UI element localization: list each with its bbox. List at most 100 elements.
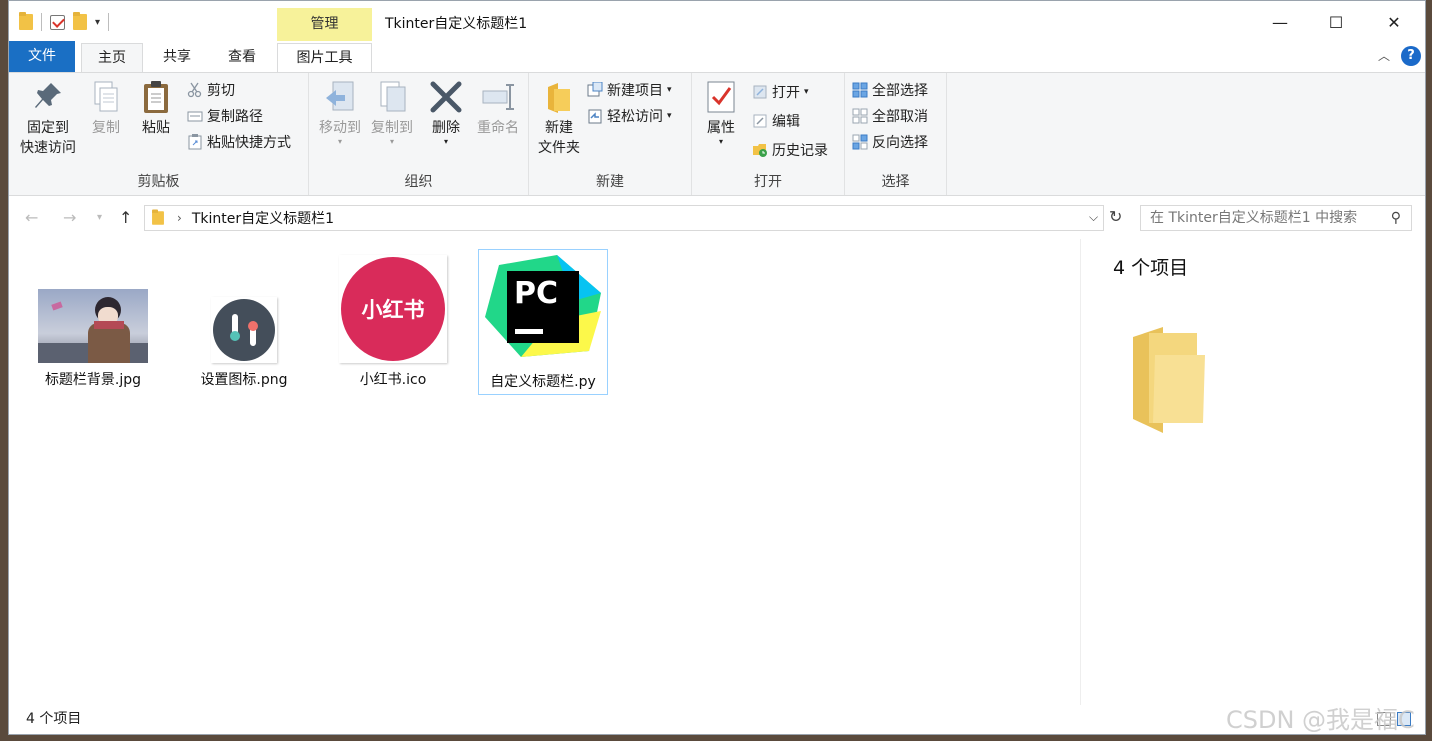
copy-to-label: 复制到	[371, 120, 413, 136]
pin-label-line2: 快速访问	[20, 140, 76, 156]
rename-button[interactable]: 重命名	[471, 79, 525, 138]
properties-icon[interactable]	[50, 14, 65, 30]
select-all-button[interactable]: 全部选择	[852, 79, 928, 101]
group-open: 属性 ▾ 打开 ▾ 编辑 历史记录 打开	[692, 73, 845, 195]
select-none-label: 全部取消	[872, 109, 928, 125]
up-icon[interactable]: ↑	[119, 208, 132, 227]
new-item-button[interactable]: 新建项目 ▾	[587, 79, 672, 101]
move-to-dropdown-icon: ▾	[337, 137, 342, 146]
copy-to-icon	[375, 79, 409, 115]
copy-icon	[89, 79, 123, 115]
open-button[interactable]: 打开 ▾	[752, 81, 809, 103]
close-button[interactable]: ✕	[1379, 9, 1409, 35]
minimize-button[interactable]: —	[1265, 9, 1295, 35]
select-all-icon	[852, 82, 868, 98]
easy-access-button[interactable]: 轻松访问 ▾	[587, 105, 672, 127]
copy-button[interactable]: 复制	[85, 79, 127, 138]
group-label-new: 新建	[596, 174, 624, 190]
properties-icon	[704, 79, 738, 115]
status-item-count: 4 个项目	[26, 711, 82, 727]
file-item-selected[interactable]: PC 自定义标题栏.py	[478, 249, 608, 395]
group-label-select: 选择	[881, 174, 910, 190]
group-label-clipboard: 剪贴板	[137, 174, 180, 190]
select-all-label: 全部选择	[872, 83, 928, 99]
breadcrumb-current[interactable]: Tkinter自定义标题栏1	[192, 208, 334, 228]
easy-access-icon	[587, 108, 603, 124]
easy-access-label: 轻松访问	[607, 109, 663, 125]
new-folder-icon[interactable]	[73, 12, 87, 30]
group-clipboard: 固定到 快速访问 复制 粘贴 剪切 复制路径 粘贴快捷方式 剪贴板	[9, 73, 309, 195]
address-dropdown-icon[interactable]: ⌵	[1089, 210, 1098, 225]
scissors-icon	[187, 82, 203, 98]
csdn-watermark: CSDN @我是福C	[1226, 706, 1415, 734]
cut-button[interactable]: 剪切	[187, 79, 235, 101]
collapse-ribbon-icon[interactable]: ︿	[1378, 47, 1390, 64]
paste-shortcut-button[interactable]: 粘贴快捷方式	[187, 131, 291, 153]
details-pane: 4 个项目	[1080, 239, 1425, 705]
file-item[interactable]: 标题栏背景.jpg	[29, 289, 157, 389]
paste-label: 粘贴	[142, 120, 170, 136]
new-folder-label-line1: 新建	[545, 120, 573, 136]
title-bar: ▾ 管理 Tkinter自定义标题栏1 — ☐ ✕	[9, 1, 1425, 41]
properties-dropdown-icon: ▾	[718, 137, 723, 146]
divider	[108, 13, 110, 31]
window-title: Tkinter自定义标题栏1	[385, 16, 528, 32]
context-tab-manage[interactable]: 管理	[277, 8, 372, 41]
file-item[interactable]: 小红书 小红书.ico	[333, 255, 453, 389]
group-select: 全部选择 全部取消 反向选择 选择	[845, 73, 947, 195]
recent-locations-icon[interactable]: ▾	[97, 212, 102, 223]
select-none-button[interactable]: 全部取消	[852, 105, 928, 127]
breadcrumb-chevron-icon[interactable]: ›	[177, 211, 182, 225]
properties-button[interactable]: 属性 ▾	[698, 79, 744, 146]
tab-file[interactable]: 文件	[9, 41, 75, 72]
xiaohongshu-logo-icon: 小红书	[339, 255, 447, 363]
forward-icon[interactable]: →	[63, 208, 76, 227]
history-icon	[752, 142, 768, 158]
new-item-icon	[587, 81, 603, 98]
help-icon[interactable]: ?	[1401, 46, 1421, 66]
copy-path-icon	[187, 108, 203, 124]
history-label: 历史记录	[772, 143, 828, 159]
history-button[interactable]: 历史记录	[752, 139, 828, 161]
customize-quick-access-button[interactable]: ▾	[95, 17, 100, 28]
search-placeholder: 在 Tkinter自定义标题栏1 中搜索	[1150, 210, 1358, 226]
file-view: 标题栏背景.jpg 设置图标.png 小红书 小红书.ico PC 自定义标题栏…	[9, 239, 1079, 705]
edit-icon	[752, 113, 768, 129]
invert-selection-button[interactable]: 反向选择	[852, 131, 928, 153]
folder-icon	[19, 12, 33, 30]
pin-to-quick-access-button[interactable]: 固定到 快速访问	[17, 79, 79, 158]
tab-home[interactable]: 主页	[81, 43, 143, 72]
copy-to-button[interactable]: 复制到 ▾	[365, 79, 419, 146]
ribbon-tabs: 文件 主页 共享 查看 图片工具 ︿ ?	[9, 41, 1425, 72]
edit-button[interactable]: 编辑	[752, 110, 800, 132]
address-box[interactable]: › Tkinter自定义标题栏1	[144, 205, 1104, 231]
paste-shortcut-label: 粘贴快捷方式	[207, 135, 291, 151]
invert-selection-label: 反向选择	[872, 135, 928, 151]
search-input[interactable]: 在 Tkinter自定义标题栏1 中搜索 ⚲	[1140, 205, 1412, 231]
delete-label: 删除	[432, 120, 460, 136]
file-item[interactable]: 设置图标.png	[179, 297, 309, 389]
group-new: 新建 文件夹 新建项目 ▾ 轻松访问 ▾ 新建	[529, 73, 692, 195]
search-icon[interactable]: ⚲	[1391, 206, 1401, 230]
delete-button[interactable]: 删除 ▾	[425, 79, 467, 146]
tab-view[interactable]: 查看	[213, 43, 271, 72]
tab-picture-tools[interactable]: 图片工具	[277, 43, 372, 72]
address-bar-row: ← → ▾ ↑ › Tkinter自定义标题栏1 ⌵ ↻ 在 Tkinter自定…	[9, 197, 1425, 239]
easy-access-dropdown-icon: ▾	[667, 111, 672, 121]
new-folder-button[interactable]: 新建 文件夹	[533, 79, 585, 158]
quick-access-toolbar: ▾	[19, 11, 110, 33]
rename-label: 重命名	[477, 120, 519, 136]
paste-button[interactable]: 粘贴	[135, 79, 177, 138]
move-to-button[interactable]: 移动到 ▾	[313, 79, 367, 146]
back-icon[interactable]: ←	[25, 208, 38, 227]
tab-share[interactable]: 共享	[149, 43, 205, 72]
move-to-label: 移动到	[319, 120, 361, 136]
item-count-heading: 4 个项目	[1113, 257, 1189, 279]
file-name: 标题栏背景.jpg	[44, 372, 142, 388]
maximize-button[interactable]: ☐	[1321, 9, 1351, 35]
refresh-icon[interactable]: ↻	[1109, 207, 1122, 226]
delete-icon	[429, 79, 463, 115]
folder-preview-icon	[1131, 327, 1211, 437]
invert-selection-icon	[852, 134, 868, 150]
copy-path-button[interactable]: 复制路径	[187, 105, 263, 127]
